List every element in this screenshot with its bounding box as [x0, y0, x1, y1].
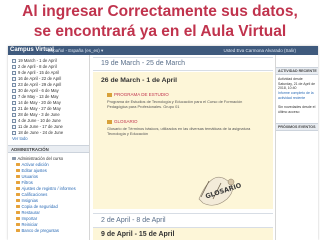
language-menu[interactable]: Español - España (es_es) ▾	[48, 48, 103, 53]
section-icon	[12, 70, 16, 75]
slide-headline: Al ingresar Correctamente sus datos, se …	[0, 0, 320, 46]
topic-label: 23 de April - 29 de April	[18, 82, 62, 87]
settings-item-icon	[16, 192, 20, 196]
section-icon	[12, 130, 16, 135]
view-all-link[interactable]: Ver todo	[12, 136, 28, 141]
section-icon	[12, 124, 16, 129]
activity-glosario-description: Glosario de Términos básicos, utilizados…	[107, 126, 251, 136]
week-section-header-3[interactable]: 9 de April - 15 de April	[93, 227, 273, 240]
admin-item-label: Insignias	[21, 198, 39, 203]
topic-label: 18 de June - 24 de June	[18, 130, 64, 135]
admin-item-label: Importar	[21, 216, 38, 221]
topic-label: 21 de May - 27 de May	[18, 106, 61, 111]
file-icon	[107, 92, 112, 97]
glossary-icon	[107, 119, 112, 124]
moodle-screenshot: Campus Virtual Español - España (es_es) …	[8, 46, 318, 240]
settings-item-icon	[16, 186, 20, 190]
settings-item-icon	[16, 168, 20, 172]
topic-label: 4 de June - 10 de June	[18, 118, 61, 123]
activity-programa[interactable]: PROGRAMA DE ESTUDIO	[107, 92, 169, 97]
topic-label: 30 de April - 6 de May	[18, 88, 59, 93]
settings-item-icon	[16, 198, 20, 202]
section-icon	[12, 106, 16, 111]
recent-activity-none: Sin novedades desde el último acceso	[278, 105, 316, 114]
settings-item-icon	[16, 204, 20, 208]
course-content: 19 de March - 25 de March 26 de March - …	[93, 55, 273, 240]
admin-item-label: Usuarios	[21, 174, 39, 179]
section-icon	[12, 82, 16, 87]
admin-item-label: Restaurar	[21, 210, 40, 215]
recent-activity-title: ACTIVIDAD RECIENTE	[276, 67, 318, 75]
right-sidebar: ACTIVIDAD RECIENTE Actividad desde Satur…	[275, 55, 318, 240]
topic-label: 11 de June - 17 de June	[18, 124, 63, 129]
current-week-title: 26 de March - 1 de April	[101, 77, 178, 84]
topic-label: 7 de May - 13 de May	[18, 94, 59, 99]
admin-menu-item[interactable]: Banco de preguntas	[16, 228, 59, 234]
top-navbar: Campus Virtual Español - España (es_es) …	[8, 46, 318, 55]
admin-item-label: Reiniciar	[21, 222, 38, 227]
topic-label: 16 de April - 22 de April	[18, 76, 62, 81]
section-icon	[12, 64, 16, 69]
upcoming-events-title: PRÓXIMOS EVENTOS	[276, 123, 318, 131]
headline-line-2: se encontrará ya en el Aula Virtual	[33, 23, 287, 40]
settings-item-icon	[16, 162, 20, 166]
admin-item-label: Filtros	[21, 180, 33, 185]
section-icon	[12, 76, 16, 81]
recent-activity-since: Actividad desde Saturday, 21 de April de…	[278, 77, 316, 91]
topic-label: 14 de May - 20 de May	[18, 100, 61, 105]
admin-item-label: Calificaciones	[21, 192, 48, 197]
folder-icon	[12, 156, 16, 160]
activity-programa-description: Programa de Estudios de Tecnología y Edu…	[107, 99, 243, 109]
admin-item-label: Administración del curso	[17, 156, 64, 161]
activity-programa-label: PROGRAMA DE ESTUDIO	[114, 92, 169, 97]
user-login-info[interactable]: Usted Eva Carmona Alvarado (Salir)	[223, 48, 296, 53]
settings-item-icon	[16, 228, 20, 232]
topic-label: 2 de April - 8 de April	[18, 64, 57, 69]
settings-item-icon	[16, 222, 20, 226]
admin-block-title: ADMINISTRACIÓN	[8, 145, 89, 153]
activity-glosario[interactable]: GLOSARIO	[107, 119, 138, 124]
week-section-header-2[interactable]: 2 de April - 8 de April	[93, 213, 273, 227]
topic-label: 9 de April - 15 de April	[18, 70, 59, 75]
admin-item-label: Activar edición	[21, 162, 49, 167]
activity-glosario-label: GLOSARIO	[114, 119, 138, 124]
settings-item-icon	[16, 216, 20, 220]
topic-label: 28 de May - 3 de June	[18, 112, 60, 117]
section-icon	[12, 112, 16, 117]
topic-label: 19 March - 1 de April	[18, 58, 57, 63]
recent-activity-report-link[interactable]: Informe completo de la actividad recient…	[278, 91, 318, 100]
admin-item-label: Banco de preguntas	[21, 228, 59, 233]
section-icon	[12, 118, 16, 123]
admin-item-label: Copia de seguridad	[21, 204, 58, 209]
settings-item-icon	[16, 210, 20, 214]
section-icon	[12, 88, 16, 93]
admin-item-label: Ajustes de registro / informes	[21, 186, 76, 191]
headline-line-1: Al ingresar Correctamente sus datos,	[22, 3, 298, 20]
left-sidebar: 19 March - 1 de April 2 de April - 8 de A…	[8, 55, 90, 240]
week-section-header[interactable]: 19 de March - 25 de March	[93, 57, 273, 71]
glossary-illustration: GLOSARIO	[198, 176, 243, 206]
section-icon	[12, 100, 16, 105]
current-week-section: 26 de March - 1 de April PROGRAMA DE EST…	[93, 72, 273, 209]
admin-item-label: Editar ajustes	[21, 168, 47, 173]
settings-item-icon	[16, 180, 20, 184]
section-icon	[12, 94, 16, 99]
settings-item-icon	[16, 174, 20, 178]
section-icon	[12, 58, 16, 63]
